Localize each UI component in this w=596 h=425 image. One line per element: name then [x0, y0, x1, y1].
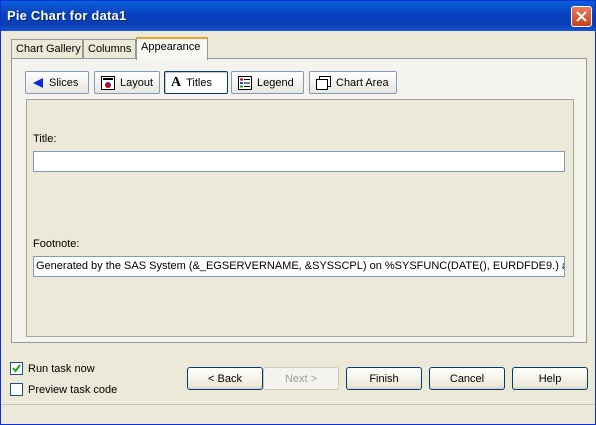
footnote-input[interactable]: Generated by the SAS System (&_EGSERVERN…	[33, 256, 565, 277]
chart-area-icon	[316, 75, 331, 90]
close-button[interactable]	[571, 6, 592, 27]
tab-label: Columns	[88, 43, 132, 55]
subtab-layout[interactable]: Layout	[94, 71, 160, 94]
run-task-now-label[interactable]: Run task now	[28, 363, 95, 375]
subtab-label: Layout	[119, 76, 153, 89]
legend-icon	[238, 75, 252, 90]
close-icon	[576, 11, 587, 22]
finish-button-label: Finish	[369, 372, 399, 385]
next-button-label: Next >	[284, 372, 318, 385]
preview-task-code-label[interactable]: Preview task code	[28, 384, 117, 396]
appearance-panel: Slices Layout A Titles Legend Chart Area…	[11, 58, 587, 343]
tab-appearance[interactable]: Appearance	[136, 37, 208, 60]
footnote-label: Footnote:	[33, 238, 80, 250]
title-bar[interactable]: Pie Chart for data1	[1, 1, 595, 31]
preview-task-code-checkbox[interactable]	[10, 383, 23, 396]
back-button-label: < Back	[208, 372, 242, 385]
subtab-legend[interactable]: Legend	[231, 71, 304, 94]
tab-columns[interactable]: Columns	[83, 39, 136, 58]
cancel-button[interactable]: Cancel	[429, 367, 505, 390]
help-button-label: Help	[538, 372, 562, 385]
subtab-label: Slices	[49, 76, 79, 89]
back-button[interactable]: < Back	[187, 367, 263, 390]
help-button[interactable]: Help	[512, 367, 588, 390]
subtab-slices[interactable]: Slices	[25, 71, 89, 94]
title-input[interactable]	[33, 151, 565, 172]
finish-button[interactable]: Finish	[346, 367, 422, 390]
tab-label: Chart Gallery	[16, 43, 81, 55]
window-title: Pie Chart for data1	[7, 8, 127, 23]
tab-chart-gallery[interactable]: Chart Gallery	[11, 39, 83, 58]
tab-label: Appearance	[141, 41, 201, 53]
titles-A-icon: A	[171, 74, 182, 90]
subtab-label: Legend	[257, 76, 294, 89]
next-button[interactable]: Next >	[263, 367, 339, 390]
slices-triangle-icon	[33, 77, 43, 88]
run-task-now-checkbox[interactable]	[10, 362, 23, 375]
layout-icon	[101, 75, 115, 90]
title-label: Title:	[33, 133, 57, 145]
pie-chart-dialog: Pie Chart for data1 Chart Gallery Column…	[0, 0, 596, 425]
checkmark-icon	[12, 364, 21, 373]
status-bar	[1, 404, 595, 425]
titles-settings-panel: Title: Footnote: Generated by the SAS Sy…	[26, 99, 574, 337]
subtab-label: Chart Area	[336, 76, 389, 89]
subtab-label: Titles	[186, 76, 212, 89]
subtab-titles[interactable]: A Titles	[164, 71, 228, 94]
subtab-chart-area[interactable]: Chart Area	[309, 71, 397, 94]
cancel-button-label: Cancel	[449, 372, 485, 385]
